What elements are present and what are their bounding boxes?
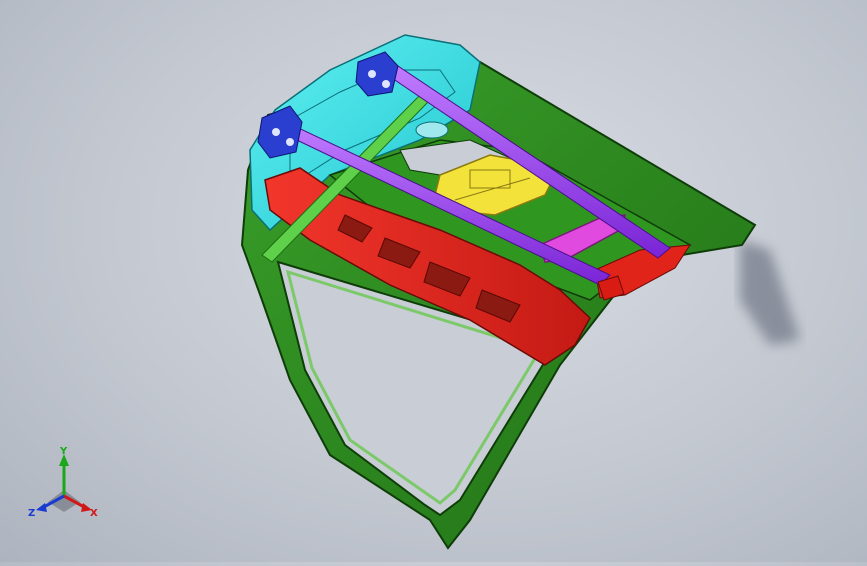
x-axis-label: X: [90, 508, 98, 519]
inner-panel-hole: [415, 121, 449, 139]
hood-model-render[interactable]: [0, 0, 867, 562]
orientation-triad[interactable]: Y X Z: [26, 446, 104, 524]
y-axis-label: Y: [59, 446, 68, 457]
mount-bracket-lower[interactable]: [257, 105, 303, 159]
graphics-viewport[interactable]: [0, 0, 867, 562]
z-axis-label: Z: [28, 508, 35, 519]
z-axis-arrow: [36, 503, 47, 512]
model-shadow: [740, 240, 800, 345]
